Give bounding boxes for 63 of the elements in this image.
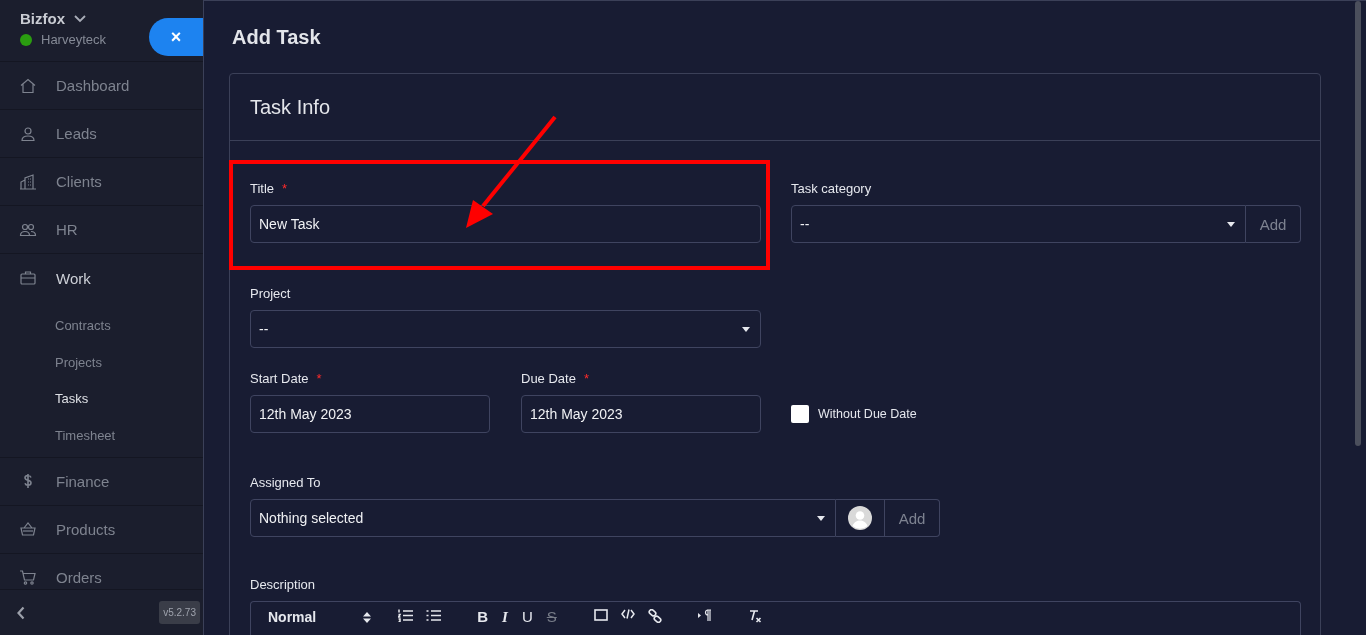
version-badge: v5.2.73 <box>159 601 200 624</box>
briefcase-icon <box>19 269 37 287</box>
dropdown-field[interactable]: -- <box>791 205 1246 243</box>
close-button[interactable]: × <box>149 18 203 56</box>
sidebar-item[interactable]: Finance <box>0 457 203 506</box>
cart-icon <box>19 568 37 587</box>
caret-icon <box>742 326 750 332</box>
sidebar-subitem[interactable]: Tasks <box>0 381 203 419</box>
sidebar-item[interactable]: Dashboard <box>0 62 203 110</box>
field-label: Task category <box>791 181 872 197</box>
field-label: Title <box>250 181 275 197</box>
field-label: Project <box>250 286 291 302</box>
sidebar-item[interactable]: Products <box>0 505 203 554</box>
dropdown-field[interactable]: Nothing selected <box>250 499 836 537</box>
underline-button[interactable]: U <box>521 609 533 625</box>
strikethrough-button[interactable]: S <box>546 609 557 625</box>
caret-icon <box>817 515 825 521</box>
bold-button[interactable]: B <box>477 609 489 625</box>
sidebar-item[interactable]: Work <box>0 254 203 302</box>
house-icon <box>19 76 37 95</box>
code-icon[interactable] <box>620 609 635 619</box>
sort-icon <box>363 611 372 623</box>
required-mark: * <box>316 371 322 387</box>
numbered-list-icon[interactable] <box>398 609 414 622</box>
caret-icon <box>1227 221 1235 227</box>
field-label: Start Date <box>250 371 309 387</box>
field-label: Due Date <box>521 371 576 387</box>
chevron-left-icon[interactable] <box>16 605 26 620</box>
format-dropdown[interactable]: Normal <box>268 609 372 625</box>
buildings-icon <box>19 172 37 191</box>
link-icon[interactable] <box>647 609 662 623</box>
checkbox[interactable] <box>791 404 809 423</box>
sidebar-item[interactable]: Leads <box>0 110 203 158</box>
basket-icon <box>19 520 37 539</box>
bullet-list-icon[interactable] <box>426 609 442 622</box>
scrollbar[interactable] <box>1355 1 1361 446</box>
input-field[interactable]: New Task <box>250 205 761 243</box>
chevron-down-icon[interactable] <box>74 14 86 23</box>
date-field[interactable]: 12th May 2023 <box>521 395 761 433</box>
page-title: Add Task <box>232 25 322 50</box>
required-mark: * <box>282 181 288 197</box>
sidebar-item[interactable]: HR <box>0 206 203 254</box>
image-icon[interactable] <box>593 609 608 621</box>
add-button[interactable]: Add <box>885 499 940 537</box>
checkbox-label: Without Due Date <box>818 406 917 421</box>
dropdown-field[interactable]: -- <box>250 310 761 348</box>
sidebar-subitem[interactable]: Contracts <box>0 308 203 345</box>
required-mark: * <box>583 371 589 387</box>
field-label: Assigned To <box>250 475 321 491</box>
paragraph-icon[interactable] <box>697 609 712 621</box>
add-button[interactable]: Add <box>1246 205 1301 243</box>
italic-button[interactable]: I <box>502 609 508 625</box>
sidebar-item[interactable]: Clients <box>0 158 203 206</box>
user-name: Harveyteck <box>41 32 107 47</box>
field-label: Description <box>250 577 316 593</box>
company-name[interactable]: Bizfox <box>20 10 65 27</box>
sidebar-subitem[interactable]: Timesheet <box>0 418 203 455</box>
date-field[interactable]: 12th May 2023 <box>250 395 490 433</box>
card-title: Task Info <box>250 95 331 119</box>
person-icon <box>19 124 37 143</box>
sidebar-subitem[interactable]: Projects <box>0 344 203 382</box>
avatar-icon <box>848 506 872 530</box>
clear-format-icon[interactable] <box>747 609 762 623</box>
